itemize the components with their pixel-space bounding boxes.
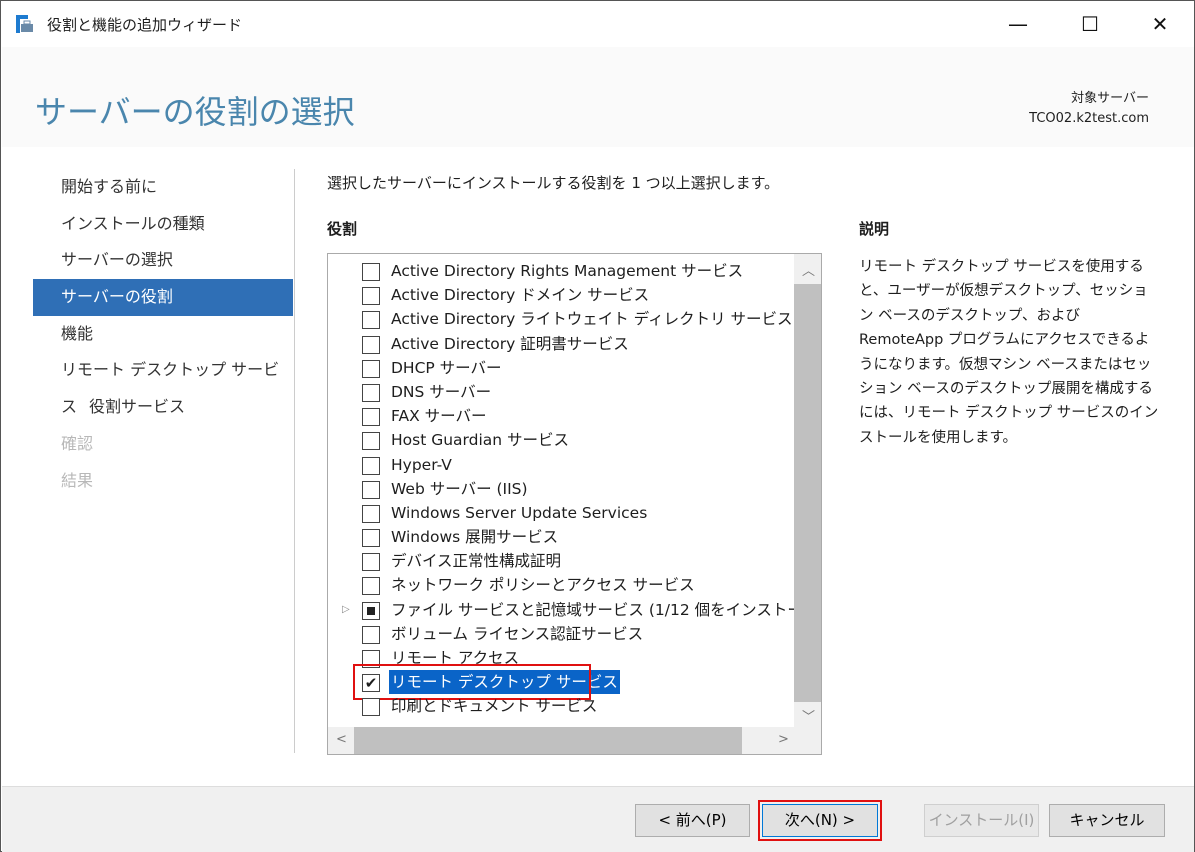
nav-item-server-roles[interactable]: サーバーの役割: [33, 279, 293, 316]
nav-item-remote-desktop-services[interactable]: リモート デスクトップ サービス: [33, 352, 293, 416]
role-item[interactable]: Active Directory 証明書サービス: [328, 332, 795, 356]
role-label: DNS サーバー: [391, 382, 492, 401]
role-checkbox[interactable]: [362, 480, 380, 499]
nav-item-features[interactable]: 機能: [33, 316, 293, 353]
target-server-label: 対象サーバー: [1071, 91, 1149, 106]
role-item[interactable]: Active Directory Rights Management サービス: [328, 259, 795, 283]
install-button: インストール(I): [924, 804, 1039, 837]
role-checkbox[interactable]: [362, 577, 380, 596]
role-label: Host Guardian サービス: [391, 431, 570, 450]
wizard-nav: 開始する前に インストールの種類 サーバーの選択 サーバーの役割 機能 リモート…: [33, 169, 293, 499]
cancel-button[interactable]: キャンセル: [1049, 804, 1165, 837]
scroll-left-icon[interactable]: <: [336, 732, 347, 747]
role-item[interactable]: リモート アクセス: [328, 646, 795, 670]
role-label: Web サーバー (IIS): [391, 479, 528, 498]
role-label: Hyper-V: [391, 455, 452, 474]
next-button[interactable]: 次へ(N) >: [758, 800, 882, 841]
title-bar: 役割と機能の追加ウィザード — ☐ ✕: [1, 1, 1194, 47]
role-label: ボリューム ライセンス認証サービス: [391, 624, 644, 643]
role-checkbox[interactable]: [362, 383, 380, 402]
scroll-right-icon[interactable]: >: [778, 732, 789, 747]
role-item[interactable]: Windows 展開サービス: [328, 525, 795, 549]
page-title: サーバーの役割の選択: [35, 93, 355, 131]
role-item[interactable]: FAX サーバー: [328, 404, 795, 428]
minimize-button[interactable]: —: [995, 1, 1041, 47]
role-checkbox[interactable]: [362, 263, 380, 281]
role-item[interactable]: Host Guardian サービス: [328, 428, 795, 452]
roles-rows: Active Directory Rights Management サービス A…: [328, 259, 821, 719]
window-title: 役割と機能の追加ウィザード: [47, 16, 243, 34]
wizard-window: 役割と機能の追加ウィザード — ☐ ✕ サーバーの役割の選択 対象サーバー TC…: [0, 0, 1195, 852]
role-label: Windows Server Update Services: [391, 503, 648, 522]
role-item[interactable]: 印刷とドキュメント サービス: [328, 694, 795, 718]
role-item[interactable]: Windows Server Update Services: [328, 501, 795, 525]
horizontal-scroll-thumb[interactable]: [354, 727, 742, 754]
wizard-header: サーバーの役割の選択 対象サーバー TCO02.k2test.com: [2, 47, 1194, 147]
server-manager-icon: [16, 15, 33, 33]
role-item[interactable]: DNS サーバー: [328, 380, 795, 404]
role-checkbox[interactable]: [362, 529, 380, 548]
role-label: ネットワーク ポリシーとアクセス サービス: [391, 576, 695, 595]
role-checkbox[interactable]: ✔: [362, 674, 380, 693]
role-label: FAX サーバー: [391, 407, 487, 426]
instruction-text: 選択したサーバーにインストールする役割を 1 つ以上選択します。: [327, 174, 780, 192]
role-checkbox[interactable]: [362, 625, 380, 644]
role-label: Active Directory Rights Management サービス: [391, 262, 744, 280]
role-item[interactable]: デバイス正常性構成証明: [328, 549, 795, 573]
vertical-scroll-thumb[interactable]: [794, 284, 821, 702]
role-label: 印刷とドキュメント サービス: [391, 697, 598, 716]
role-item[interactable]: ▷ ファイル サービスと記憶域サービス (1/12 個をインストール済み): [328, 598, 821, 622]
role-checkbox[interactable]: [362, 359, 380, 378]
nav-divider: [294, 169, 295, 753]
scroll-up-icon[interactable]: ︿: [802, 260, 815, 279]
maximize-button[interactable]: ☐: [1067, 1, 1113, 47]
role-item[interactable]: Web サーバー (IIS): [328, 477, 795, 501]
role-label: Windows 展開サービス: [391, 528, 559, 547]
role-label: リモート デスクトップ サービス: [389, 670, 620, 695]
role-item[interactable]: ✔ リモート デスクトップ サービス: [328, 664, 795, 701]
role-item[interactable]: Hyper-V: [328, 453, 795, 477]
role-label: DHCP サーバー: [391, 358, 502, 377]
nav-item-results: 結果: [61, 470, 94, 490]
previous-button[interactable]: < 前へ(P): [635, 804, 750, 837]
role-checkbox[interactable]: [362, 553, 380, 572]
role-item[interactable]: ネットワーク ポリシーとアクセス サービス: [328, 573, 795, 597]
role-checkbox[interactable]: [362, 601, 380, 620]
role-checkbox[interactable]: [362, 311, 380, 330]
target-server-name: TCO02.k2test.com: [1029, 111, 1149, 126]
role-checkbox[interactable]: [362, 408, 380, 427]
close-button[interactable]: ✕: [1137, 1, 1183, 47]
role-checkbox[interactable]: [362, 504, 380, 523]
role-label: Active Directory ドメイン サービス: [391, 286, 650, 305]
role-item[interactable]: ボリューム ライセンス認証サービス: [328, 622, 795, 646]
horizontal-scrollbar[interactable]: < >: [328, 727, 821, 754]
target-server: 対象サーバー TCO02.k2test.com: [1029, 89, 1149, 129]
role-checkbox[interactable]: [362, 287, 380, 306]
expand-icon[interactable]: ▷: [342, 598, 350, 622]
description-label: 説明: [859, 220, 890, 238]
nav-item-installation-type[interactable]: インストールの種類: [33, 206, 293, 243]
vertical-scrollbar[interactable]: ︿ ﹀: [794, 254, 821, 727]
scroll-down-icon[interactable]: ﹀: [802, 706, 815, 725]
wizard-footer: < 前へ(P) 次へ(N) > インストール(I) キャンセル: [2, 786, 1194, 852]
nav-item-server-selection[interactable]: サーバーの選択: [33, 242, 293, 279]
role-description: リモート デスクトップ サービスを使用すると、ユーザーが仮想デスクトップ、セッシ…: [859, 259, 1159, 446]
role-label: デバイス正常性構成証明: [391, 552, 562, 571]
roles-label: 役割: [327, 220, 358, 238]
role-checkbox[interactable]: [362, 432, 380, 451]
role-item[interactable]: Active Directory ライトウェイト ディレクトリ サービス: [328, 307, 795, 331]
role-label: Active Directory 証明書サービス: [391, 334, 629, 353]
role-checkbox[interactable]: [362, 335, 380, 354]
nav-item-confirmation: 確認: [61, 433, 94, 453]
role-label: リモート アクセス: [391, 649, 520, 667]
role-item[interactable]: DHCP サーバー: [328, 356, 795, 380]
nav-item-before-you-begin[interactable]: 開始する前に: [33, 169, 293, 206]
role-checkbox[interactable]: [362, 698, 380, 717]
role-checkbox[interactable]: [362, 650, 380, 668]
role-item[interactable]: Active Directory ドメイン サービス: [328, 283, 795, 307]
role-checkbox[interactable]: [362, 456, 380, 475]
role-label: ファイル サービスと記憶域サービス (1/12 個をインストール済み): [391, 600, 822, 619]
roles-list[interactable]: Active Directory Rights Management サービス A…: [327, 253, 822, 755]
role-label: Active Directory ライトウェイト ディレクトリ サービス: [391, 310, 793, 329]
